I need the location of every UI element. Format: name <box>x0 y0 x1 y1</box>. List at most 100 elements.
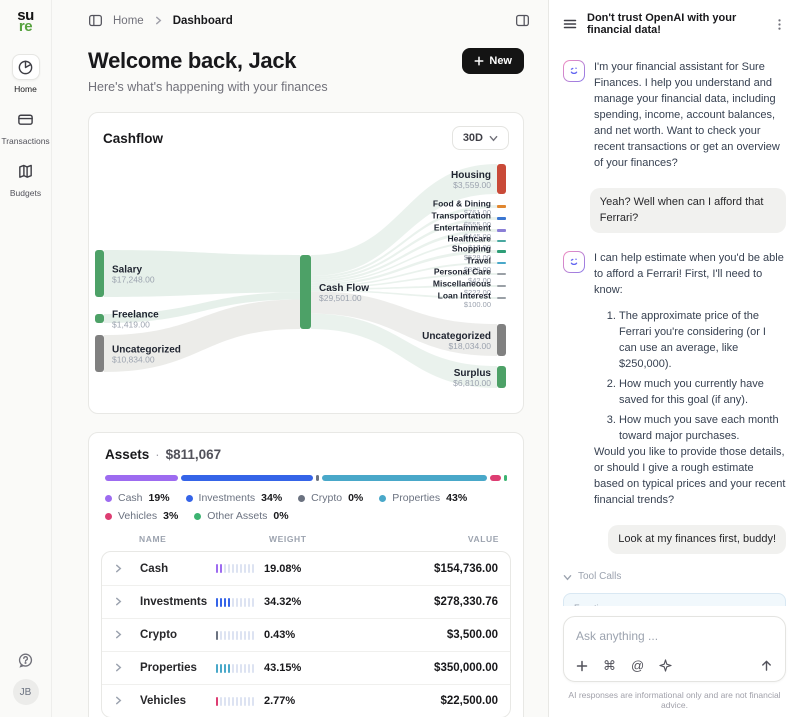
assistant-message: I can help estimate when you'd be able t… <box>563 251 786 508</box>
table-row-properties[interactable]: Properties43.15%$350,000.00 <box>102 651 510 684</box>
legend-dot-icon <box>379 495 386 502</box>
sankey-node-shopping[interactable] <box>497 250 506 253</box>
chevron-right-icon[interactable] <box>114 692 140 710</box>
user-avatar[interactable]: JB <box>13 679 39 705</box>
sidebar-item-label: Transactions <box>1 136 49 146</box>
sidebar-item-home[interactable]: Home <box>12 54 40 94</box>
range-select[interactable]: 30D <box>452 126 509 150</box>
new-button[interactable]: New <box>462 48 524 74</box>
weight-ticks <box>216 598 254 607</box>
row-name: Cash <box>140 563 216 575</box>
list-item: How much you save each month toward majo… <box>619 413 786 445</box>
plus-icon <box>474 56 484 66</box>
sidebar-item-label: Home <box>14 84 37 94</box>
sankey-value: $100.00 <box>464 300 491 309</box>
sidebar-item-label: Budgets <box>10 188 41 198</box>
sankey-label: Entertainment <box>434 223 491 233</box>
sankey-value: $1,419.00 <box>112 320 150 330</box>
sankey-node-travel[interactable] <box>497 262 506 264</box>
sankey-node-housing[interactable] <box>497 164 506 194</box>
at-mention-icon[interactable]: @ <box>631 659 644 672</box>
panel-left-toggle-icon[interactable] <box>88 13 103 28</box>
sidebar: su re Home Transactions Budgets JB <box>0 0 52 717</box>
logo-line-2: re <box>17 21 34 32</box>
assets-total: $811,067 <box>166 447 222 462</box>
user-message: Yeah? Well when can I afford that Ferrar… <box>590 188 786 234</box>
sankey-value: $17,248.00 <box>112 275 155 285</box>
row-value: $350,000.00 <box>366 662 498 674</box>
sankey-value: $29,501.00 <box>319 293 362 303</box>
sankey-node-loan-interest[interactable] <box>497 297 506 299</box>
sankey-label: Shopping <box>452 244 491 254</box>
legend-dot-icon <box>186 495 193 502</box>
table-row-investments[interactable]: Investments34.32%$278,330.76 <box>102 585 510 618</box>
legend-dot-icon <box>105 495 112 502</box>
weight-ticks <box>216 697 254 706</box>
assets-title: Assets <box>105 447 149 462</box>
breadcrumb-current: Dashboard <box>173 15 233 27</box>
tool-calls-toggle[interactable]: Tool Calls <box>563 570 786 585</box>
sankey-node-freelance[interactable] <box>95 314 104 323</box>
sankey-label: Personal Care <box>434 267 491 277</box>
sankey-node-cash-flow[interactable] <box>300 255 311 329</box>
map-icon <box>11 158 39 184</box>
table-row-crypto[interactable]: Crypto0.43%$3,500.00 <box>102 618 510 651</box>
chevron-right-icon[interactable] <box>114 659 140 677</box>
kebab-menu-icon[interactable] <box>773 18 786 31</box>
sankey-node-food-dining[interactable] <box>497 205 506 208</box>
chevron-right-icon[interactable] <box>114 560 140 578</box>
chevron-right-icon[interactable] <box>114 626 140 644</box>
breadcrumb: Home Dashboard <box>52 0 548 28</box>
menu-icon[interactable] <box>563 17 577 31</box>
breadcrumb-home[interactable]: Home <box>113 15 144 27</box>
table-row-cash[interactable]: Cash19.08%$154,736.00 <box>102 552 510 585</box>
chevron-right-icon <box>154 16 163 25</box>
sankey-node-personal-care[interactable] <box>497 273 506 275</box>
sidebar-item-budgets[interactable]: Budgets <box>10 158 41 198</box>
attach-plus-icon[interactable] <box>576 660 588 672</box>
sankey-node-uncategorized-in[interactable] <box>95 335 104 372</box>
sankey-node-transportation[interactable] <box>497 217 506 220</box>
allocation-segment-investments <box>181 475 313 481</box>
allocation-legend: Cash19%Investments34%Crypto0%Properties4… <box>89 481 523 522</box>
ai-disclaimer: AI responses are informational only and … <box>559 690 790 710</box>
sparkle-icon[interactable] <box>659 659 672 672</box>
sankey-node-healthcare[interactable] <box>497 240 506 242</box>
legend-item: Properties43% <box>379 492 467 504</box>
chevron-right-icon[interactable] <box>114 593 140 611</box>
sankey-node-miscellaneous[interactable] <box>497 285 506 287</box>
command-icon[interactable]: ⌘ <box>603 659 616 672</box>
weight-ticks <box>216 631 254 640</box>
sankey-value: $6,810.00 <box>453 378 491 388</box>
list-item: How much you currently have saved for th… <box>619 377 786 409</box>
allocation-segment-properties <box>322 475 488 481</box>
sankey-node-surplus[interactable] <box>497 366 506 388</box>
pie-chart-icon <box>12 54 40 80</box>
allocation-segment-vehicles <box>490 475 501 481</box>
row-weight-pct: 2.77% <box>264 695 295 707</box>
numbered-list: The approximate price of the Ferrari you… <box>594 309 786 445</box>
legend-dot-icon <box>194 513 201 520</box>
legend-item: Crypto0% <box>298 492 363 504</box>
allocation-bar <box>105 475 507 481</box>
sankey-label: Loan Interest <box>438 291 492 301</box>
app-logo[interactable]: su re <box>17 10 34 32</box>
row-value: $278,330.76 <box>366 596 498 608</box>
row-name: Investments <box>140 596 216 608</box>
row-value: $22,500.00 <box>366 695 498 707</box>
row-name: Vehicles <box>140 695 216 707</box>
row-value: $154,736.00 <box>366 563 498 575</box>
chat-panel: Don't trust OpenAI with your financial d… <box>548 0 800 717</box>
help-button[interactable] <box>17 652 34 669</box>
chat-input[interactable] <box>576 629 773 643</box>
chevron-down-icon <box>489 134 498 143</box>
sidebar-item-transactions[interactable]: Transactions <box>1 106 49 146</box>
sankey-value: $3,559.00 <box>453 180 491 190</box>
sankey-node-uncategorized-out[interactable] <box>497 324 506 356</box>
chat-messages: I'm your financial assistant for Sure Fi… <box>549 42 800 606</box>
sankey-node-salary[interactable] <box>95 250 104 297</box>
table-row-vehicles[interactable]: Vehicles 2.77% $22,500.00 <box>102 684 510 717</box>
panel-right-toggle-icon[interactable] <box>515 13 530 28</box>
sankey-node-entertainment[interactable] <box>497 229 506 232</box>
send-icon[interactable] <box>760 659 773 672</box>
